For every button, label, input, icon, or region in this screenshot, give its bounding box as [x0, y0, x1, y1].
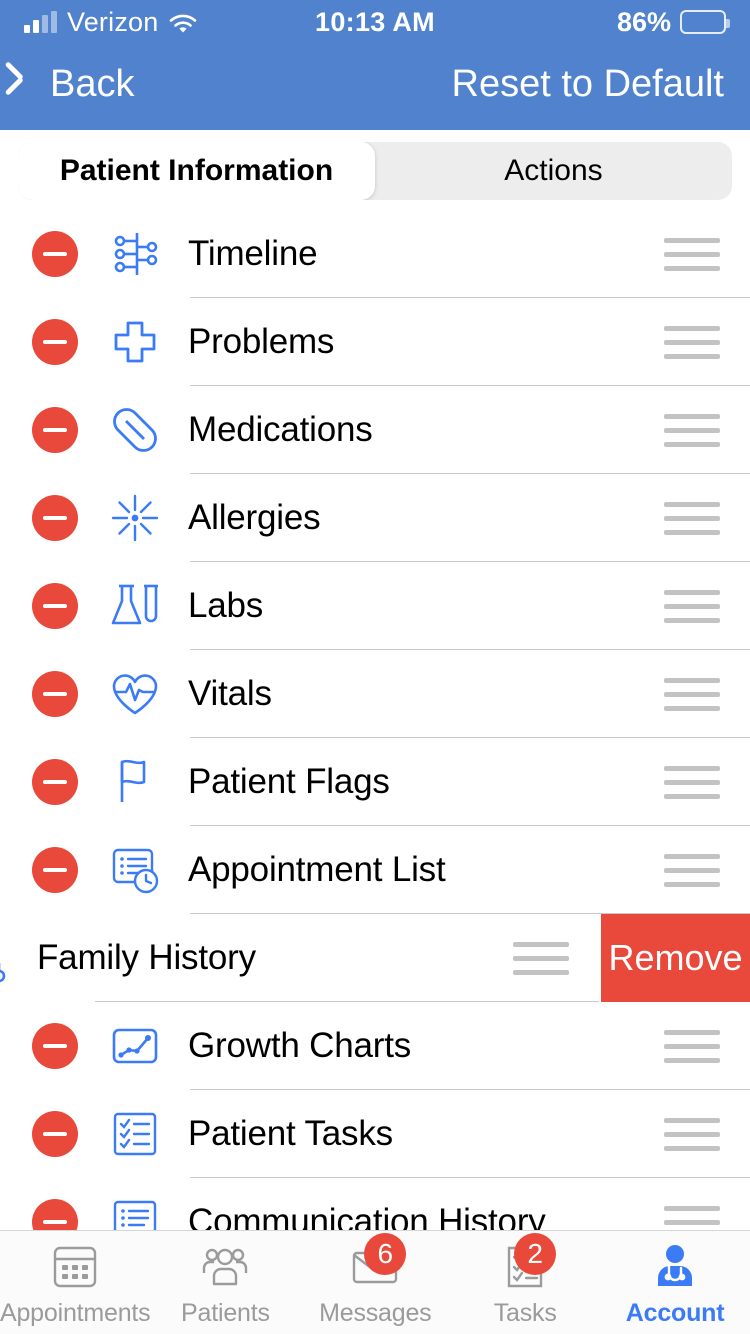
list-item[interactable]: Timeline [0, 210, 750, 298]
minus-circle-icon[interactable] [32, 231, 78, 277]
tab-appointments[interactable]: Appointments [0, 1239, 151, 1328]
minus-circle-icon[interactable] [32, 1111, 78, 1157]
minus-circle-icon[interactable] [32, 407, 78, 453]
drag-handle-icon[interactable] [664, 589, 720, 623]
list-item-label: Patient Flags [188, 762, 390, 801]
status-bar-right: 86% [616, 6, 730, 38]
drag-handle-icon[interactable] [664, 325, 720, 359]
tab-actions[interactable]: Actions [375, 142, 732, 200]
tab-tasks[interactable]: 2 Tasks [450, 1233, 600, 1328]
minus-circle-icon[interactable] [32, 759, 78, 805]
allergen-burst-icon [104, 487, 166, 549]
list-item[interactable]: Medications [0, 386, 750, 474]
wifi-icon [168, 11, 198, 33]
list-item-label: Problems [188, 322, 335, 361]
medical-cross-icon [104, 311, 166, 373]
list-item[interactable]: Problems [0, 298, 750, 386]
minus-circle-icon[interactable] [32, 671, 78, 717]
tab-label: Patients [181, 1299, 270, 1327]
list-item[interactable]: Growth Charts [0, 1002, 750, 1090]
remove-button[interactable]: Remove [601, 914, 750, 1002]
list-item[interactable]: Appointment List [0, 826, 750, 914]
doctor-account-icon [646, 1239, 704, 1295]
back-button-label: Back [50, 62, 135, 105]
lab-flask-icon [104, 575, 166, 637]
tab-patients[interactable]: Patients [150, 1239, 300, 1328]
drag-handle-icon[interactable] [664, 237, 720, 271]
list-item[interactable]: Labs [0, 562, 750, 650]
checklist-icon: 2 [496, 1233, 557, 1295]
drag-handle-icon[interactable] [664, 501, 720, 535]
tab-patient-information[interactable]: Patient Information [18, 142, 375, 200]
timeline-icon [104, 223, 166, 285]
list-item-label: Timeline [188, 234, 318, 273]
list-item-label: Medications [188, 410, 373, 449]
calendar-icon [46, 1239, 104, 1295]
list-item-label: Growth Charts [188, 1026, 412, 1065]
minus-circle-icon[interactable] [32, 1023, 78, 1069]
task-checklist-icon [104, 1103, 166, 1165]
list-item-label: Patient Tasks [188, 1114, 393, 1153]
tab-messages[interactable]: 6 Messages [300, 1233, 450, 1328]
minus-circle-icon[interactable] [32, 583, 78, 629]
drag-handle-icon[interactable] [664, 413, 720, 447]
growth-chart-icon [104, 1015, 166, 1077]
list-item-swiped[interactable]: Family History Remove [0, 914, 750, 1002]
minus-circle-icon[interactable] [32, 495, 78, 541]
tab-account[interactable]: Account [600, 1239, 750, 1328]
cellular-signal-icon [24, 11, 57, 33]
people-group-icon [196, 1239, 254, 1295]
chevron-left-icon [18, 65, 40, 103]
drag-handle-icon[interactable] [664, 853, 720, 887]
list-item-label: Appointment List [188, 850, 446, 889]
tab-label: Tasks [493, 1299, 557, 1327]
list-item[interactable]: Vitals [0, 650, 750, 738]
heart-pulse-icon [104, 663, 166, 725]
battery-icon [680, 10, 730, 34]
list-item-label: Family History [37, 938, 256, 977]
appointment-list-icon [104, 839, 166, 901]
envelope-icon: 6 [346, 1233, 407, 1295]
segmented-control-container: Patient Information Actions [0, 130, 750, 210]
tab-label: Appointments [0, 1299, 151, 1327]
list-item[interactable]: Patient Tasks [0, 1090, 750, 1178]
list-item[interactable]: Allergies [0, 474, 750, 562]
list-item-label: Labs [188, 586, 264, 625]
drag-handle-icon[interactable] [664, 765, 720, 799]
minus-circle-icon[interactable] [32, 319, 78, 365]
battery-percent-label: 86% [616, 6, 671, 37]
minus-circle-icon[interactable] [32, 847, 78, 893]
tab-label: Messages [319, 1299, 432, 1327]
tab-label: Account [625, 1299, 725, 1327]
family-history-icon [0, 927, 15, 989]
status-bar: Verizon 10:13 AM 86% [0, 0, 750, 44]
flag-icon [104, 751, 166, 813]
messages-badge: 6 [364, 1233, 407, 1275]
back-button[interactable]: Back [18, 63, 134, 106]
reset-to-default-button[interactable]: Reset to Default [452, 63, 724, 106]
drag-handle-icon[interactable] [664, 1029, 720, 1063]
pill-capsule-icon [104, 399, 166, 461]
drag-handle-icon[interactable] [664, 1117, 720, 1151]
list-item-label: Vitals [188, 674, 272, 713]
status-bar-left: Verizon [24, 7, 198, 38]
carrier-label: Verizon [67, 6, 159, 37]
segmented-control[interactable]: Patient Information Actions [18, 142, 732, 200]
navigation-bar: Back Reset to Default [0, 44, 750, 130]
tasks-badge: 2 [514, 1233, 557, 1275]
reorderable-list: Timeline Problems Medications Allergies … [0, 210, 750, 1266]
tab-bar: Appointments Patients 6 Messages 2 Tasks… [0, 1230, 750, 1334]
drag-handle-icon[interactable] [664, 677, 720, 711]
drag-handle-icon[interactable] [513, 941, 569, 975]
list-item[interactable]: Patient Flags [0, 738, 750, 826]
list-item-label: Allergies [188, 498, 321, 537]
